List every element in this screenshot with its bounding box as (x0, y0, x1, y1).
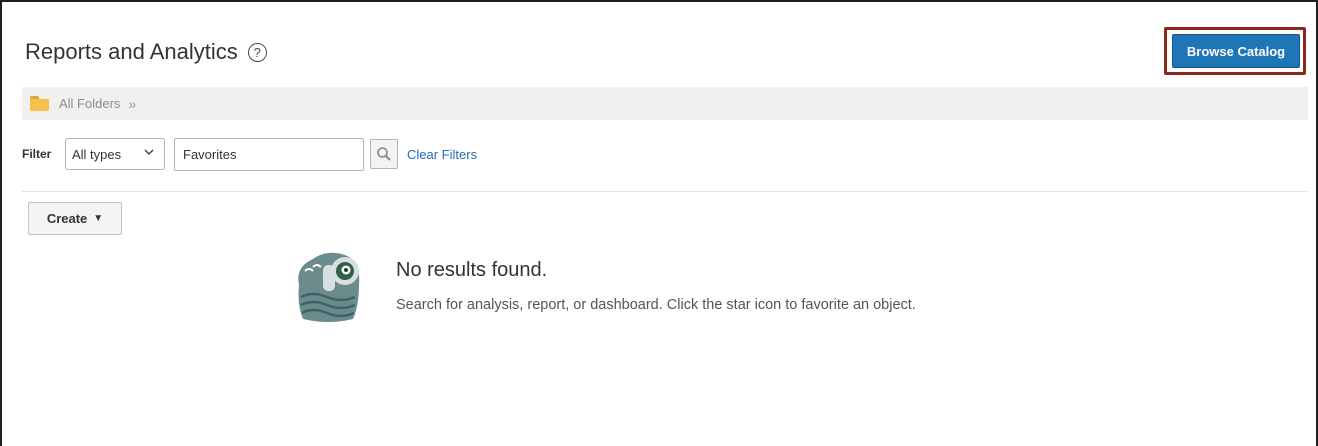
binoculars-illustration (298, 252, 360, 322)
type-select-value: All types (72, 146, 122, 162)
chevron-down-icon (144, 147, 154, 160)
clear-filters-link[interactable]: Clear Filters (407, 147, 477, 162)
browse-catalog-button[interactable]: Browse Catalog (1172, 34, 1300, 68)
page-title-group: Reports and Analytics ? (25, 39, 267, 65)
chevron-double-right-icon[interactable]: » (128, 96, 136, 112)
type-select[interactable]: All types (65, 138, 165, 170)
search-button[interactable] (370, 139, 398, 169)
empty-state-title: No results found. (396, 259, 548, 281)
page-frame (0, 0, 1318, 446)
folder-icon (30, 96, 49, 111)
help-icon[interactable]: ? (247, 42, 267, 62)
caret-down-icon: ▼ (93, 213, 104, 224)
empty-state-hint: Search for analysis, report, or dashboar… (396, 297, 916, 313)
search-icon (377, 147, 391, 161)
create-button-label: Create (46, 211, 88, 226)
breadcrumb-all-folders[interactable]: All Folders (59, 96, 120, 111)
create-button[interactable]: Create ▼ (28, 202, 122, 235)
filter-label: Filter (22, 147, 52, 161)
divider (22, 191, 1308, 192)
breadcrumb: All Folders » (22, 87, 1308, 120)
page-title: Reports and Analytics (25, 39, 238, 64)
search-input[interactable] (174, 138, 364, 171)
